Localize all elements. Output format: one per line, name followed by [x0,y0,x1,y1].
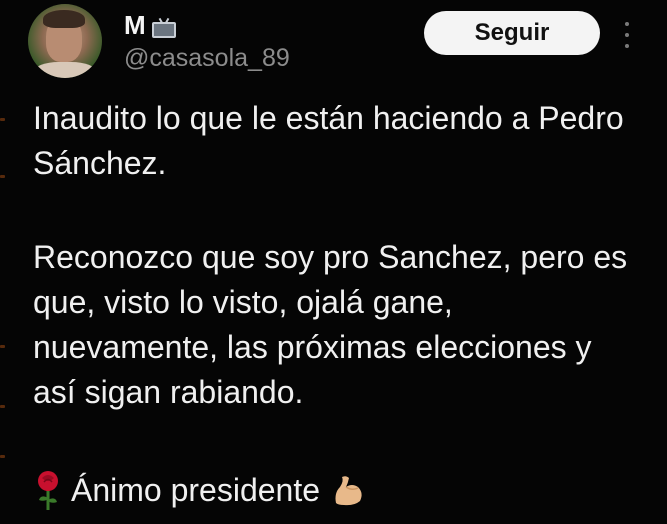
user-handle[interactable]: @casasola_89 [124,44,290,73]
more-vertical-icon[interactable] [622,22,632,48]
display-name[interactable]: M [124,10,176,41]
rose-icon [33,470,63,510]
tweet-body: Inaudito lo que le están haciendo a Pedr… [33,96,643,415]
follow-button[interactable]: Seguir [424,11,600,55]
display-name-text: M [124,10,146,40]
edge-mark [0,345,5,348]
tweet-card: M @casasola_89 Seguir Inaudito lo que le… [0,0,667,524]
edge-mark [0,175,5,178]
flexed-biceps-icon [332,473,366,507]
edge-mark [0,455,5,458]
edge-mark [0,405,5,408]
television-icon [151,17,176,38]
tweet-paragraph: Ánimo presidente [71,471,321,508]
edge-mark [0,118,5,121]
tweet-paragraph: Reconozco que soy pro Sanchez, pero es q… [33,239,628,410]
tweet-closing-line: Ánimo presidente [33,470,366,510]
tweet-paragraph: Inaudito lo que le están haciendo a Pedr… [33,100,624,181]
avatar[interactable] [28,4,102,78]
